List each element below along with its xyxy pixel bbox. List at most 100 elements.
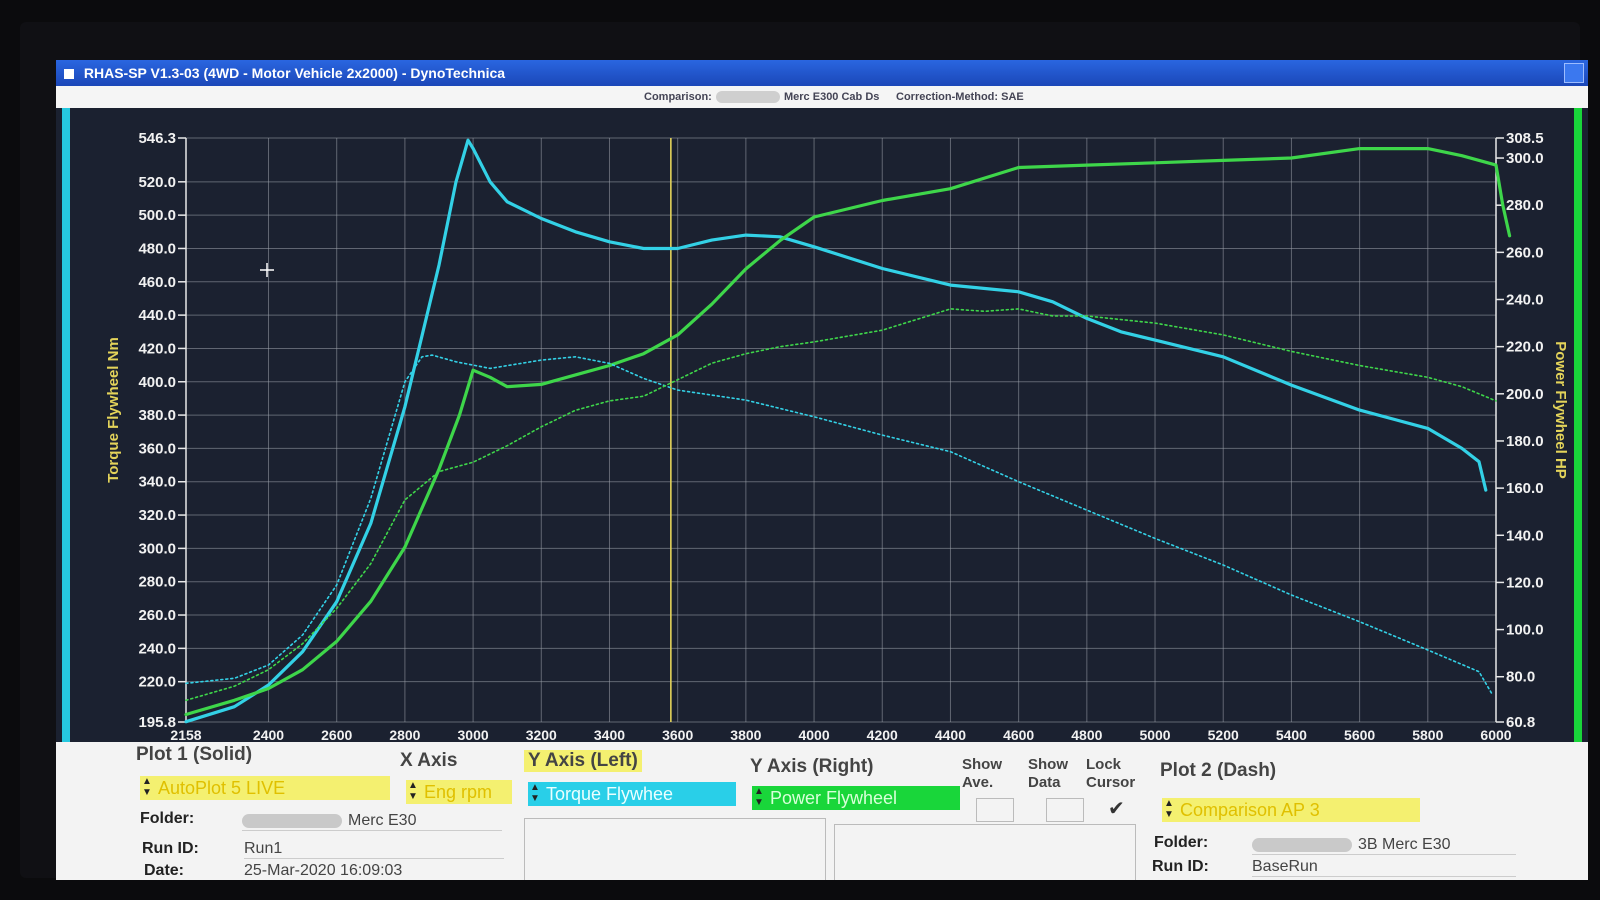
plot2-folder-text: 3B Merc E30 bbox=[1358, 836, 1451, 853]
x-tick-label: 5600 bbox=[1344, 727, 1375, 742]
redacted-blur bbox=[1252, 837, 1352, 852]
x-tick-label: 3200 bbox=[526, 727, 557, 742]
y-left-tick-label: 320.0 bbox=[138, 507, 176, 524]
x-tick-label: 4200 bbox=[867, 727, 898, 742]
plot1-date-value: 25-Mar-2020 16:09:03 bbox=[244, 862, 504, 880]
x-tick-label: 4000 bbox=[798, 727, 829, 742]
comparison-value: Merc E300 Cab Ds bbox=[784, 91, 879, 103]
y-left-tick-label: 500.0 bbox=[138, 207, 176, 224]
y-left-tick-label: 220.0 bbox=[138, 674, 176, 691]
y-right-tick-label: 100.0 bbox=[1506, 622, 1544, 639]
y-left-tick-label: 260.0 bbox=[138, 607, 176, 624]
y-left-tick-label: 546.3 bbox=[138, 130, 176, 147]
plot2-run-id-value: BaseRun bbox=[1252, 858, 1516, 877]
lock-cursor-checkmark-icon[interactable]: ✔ bbox=[1108, 796, 1125, 821]
plot2-run-id-label: Run ID: bbox=[1152, 858, 1209, 875]
y-right-select-value: Power Flywheel bbox=[770, 788, 898, 808]
y-left-tick-label: 440.0 bbox=[138, 307, 176, 324]
redacted-blur bbox=[716, 91, 780, 103]
dyno-chart-area: Comparison: Merc E300 Cab Ds Correction-Me… bbox=[56, 86, 1588, 742]
x-tick-label: 4400 bbox=[935, 727, 966, 742]
dyno-chart: Comparison: Merc E300 Cab Ds Correction-Me… bbox=[56, 86, 1588, 742]
comparison-label: Comparison: bbox=[644, 91, 712, 103]
control-panel: Plot 1 (Solid) ▲ ▼ AutoPlot 5 LIVE X Axis… bbox=[56, 742, 1588, 880]
y-right-tick-label: 200.0 bbox=[1506, 386, 1544, 403]
correction-method: Correction-Method: SAE bbox=[896, 91, 1024, 103]
x-tick-label: 2800 bbox=[389, 727, 420, 742]
x-tick-label: 2400 bbox=[253, 727, 284, 742]
x-axis-title: X Axis bbox=[400, 750, 458, 771]
y-right-tick-label: 120.0 bbox=[1506, 574, 1544, 591]
left-accent-bar bbox=[62, 86, 70, 742]
plot1-title: Plot 1 (Solid) bbox=[136, 744, 253, 765]
spinner-arrows-icon[interactable]: ▲ ▼ bbox=[142, 776, 154, 798]
spinner-arrows-icon[interactable]: ▲ ▼ bbox=[408, 780, 420, 802]
x-axis-select-value: Eng rpm bbox=[424, 782, 493, 802]
y-right-tick-label: 280.0 bbox=[1506, 197, 1544, 214]
plot2-title: Plot 2 (Dash) bbox=[1160, 760, 1277, 781]
maximize-button[interactable] bbox=[1564, 63, 1584, 83]
spinner-arrows-icon[interactable]: ▲ ▼ bbox=[754, 786, 766, 808]
y-left-title: Y Axis (Left) bbox=[524, 750, 642, 772]
y-right-tick-label: 308.5 bbox=[1506, 130, 1544, 147]
empty-info-box-1 bbox=[524, 818, 826, 880]
x-tick-label: 4600 bbox=[1003, 727, 1034, 742]
x-tick-label: 3000 bbox=[458, 727, 489, 742]
y-left-tick-label: 340.0 bbox=[138, 474, 176, 491]
x-tick-label: 5000 bbox=[1139, 727, 1170, 742]
plot2-select-value: Comparison AP 3 bbox=[1180, 800, 1320, 820]
plot1-run-id-label: Run ID: bbox=[142, 840, 199, 857]
y-left-tick-label: 520.0 bbox=[138, 174, 176, 191]
x-tick-label: 5400 bbox=[1276, 727, 1307, 742]
plot2-select[interactable]: ▲ ▼ Comparison AP 3 bbox=[1162, 798, 1420, 822]
plot1-run-id-value: Run1 bbox=[244, 840, 504, 859]
plot2-folder-label: Folder: bbox=[1154, 834, 1209, 851]
show-data-label: Show Data bbox=[1028, 756, 1068, 791]
show-data-checkbox[interactable] bbox=[1046, 798, 1084, 822]
plot2-folder-value: 3B Merc E30 bbox=[1252, 836, 1516, 855]
show-ave-label: Show Ave. bbox=[962, 756, 1002, 791]
show-ave-checkbox[interactable] bbox=[976, 798, 1014, 822]
y-left-select-value: Torque Flywhee bbox=[546, 784, 674, 804]
title-bar[interactable]: RHAS-SP V1.3-03 (4WD - Motor Vehicle 2x2… bbox=[56, 60, 1588, 86]
y-left-tick-label: 380.0 bbox=[138, 407, 176, 424]
right-accent-bar bbox=[1574, 86, 1582, 742]
lock-cursor-label: Lock Cursor bbox=[1086, 756, 1136, 791]
window-title: RHAS-SP V1.3-03 (4WD - Motor Vehicle 2x2… bbox=[83, 65, 506, 81]
x-tick-label: 5200 bbox=[1208, 727, 1239, 742]
x-tick-label: 3400 bbox=[594, 727, 625, 742]
y-left-tick-label: 400.0 bbox=[138, 374, 176, 391]
y-right-tick-label: 300.0 bbox=[1506, 150, 1544, 167]
app-window: RHAS-SP V1.3-03 (4WD - Motor Vehicle 2x2… bbox=[56, 60, 1588, 880]
y-right-tick-label: 260.0 bbox=[1506, 244, 1544, 261]
y-left-tick-label: 460.0 bbox=[138, 274, 176, 291]
y-left-axis-title: Torque Flywheel Nm bbox=[105, 337, 122, 483]
y-right-tick-label: 160.0 bbox=[1506, 480, 1544, 497]
plot1-date-label: Date: bbox=[144, 862, 185, 879]
y-left-select[interactable]: ▲ ▼ Torque Flywhee bbox=[528, 782, 736, 806]
x-axis-select[interactable]: ▲ ▼ Eng rpm bbox=[406, 780, 512, 804]
spinner-arrows-icon[interactable]: ▲ ▼ bbox=[530, 782, 542, 804]
x-tick-label: 3800 bbox=[730, 727, 761, 742]
y-left-tick-label: 420.0 bbox=[138, 340, 176, 357]
y-right-select[interactable]: ▲ ▼ Power Flywheel bbox=[752, 786, 960, 810]
y-right-tick-label: 220.0 bbox=[1506, 339, 1544, 356]
x-tick-label: 5800 bbox=[1412, 727, 1443, 742]
y-right-tick-label: 140.0 bbox=[1506, 527, 1544, 544]
y-left-tick-label: 300.0 bbox=[138, 540, 176, 557]
y-right-axis-title: Power Flywheel HP bbox=[1552, 341, 1569, 479]
plot1-select-value: AutoPlot 5 LIVE bbox=[158, 778, 286, 798]
y-right-tick-label: 80.0 bbox=[1506, 669, 1535, 686]
plot1-select[interactable]: ▲ ▼ AutoPlot 5 LIVE bbox=[140, 776, 390, 800]
spinner-arrows-icon[interactable]: ▲ ▼ bbox=[1164, 798, 1176, 820]
monitor-bezel: RHAS-SP V1.3-03 (4WD - Motor Vehicle 2x2… bbox=[20, 22, 1588, 880]
x-tick-label: 2600 bbox=[321, 727, 352, 742]
plot1-folder-text: Merc E30 bbox=[348, 812, 417, 829]
chart-background bbox=[56, 86, 1588, 742]
app-icon bbox=[64, 69, 74, 80]
y-left-tick-label: 240.0 bbox=[138, 640, 176, 657]
empty-info-box-2 bbox=[834, 824, 1136, 880]
y-right-tick-label: 180.0 bbox=[1506, 433, 1544, 450]
y-left-tick-label: 195.8 bbox=[138, 714, 176, 731]
plot1-folder-value: Merc E30 bbox=[242, 812, 502, 831]
